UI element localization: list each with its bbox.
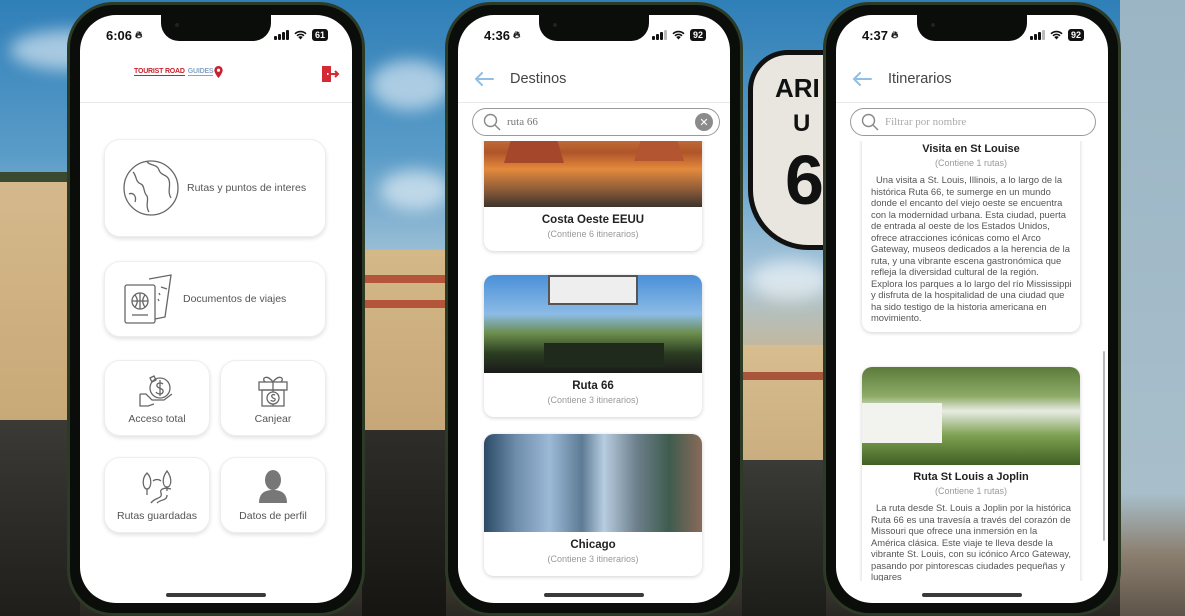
route-66-sign: ARI U 6 <box>748 50 828 250</box>
menu-documentos[interactable]: Documentos de viajes <box>104 261 326 337</box>
itinerary-card[interactable]: Visita en St Louise (Contiene 1 rutas) U… <box>862 141 1080 332</box>
destination-image <box>484 275 702 373</box>
home-indicator[interactable] <box>922 593 1022 597</box>
menu-label: Rutas y puntos de interes <box>187 182 307 194</box>
destinos-screen: 4:36🔥︎ 92 Destinos ✕ Costa Oeste EEUU (C… <box>458 15 730 603</box>
menu-label: Canjear <box>254 412 292 425</box>
search-icon <box>861 113 879 131</box>
destination-name: Ruta 66 <box>572 380 614 392</box>
page-title: Itinerarios <box>888 70 952 87</box>
app-header: TOURIST ROAD GUIDES <box>80 55 352 103</box>
menu-rutas-guardadas[interactable]: Rutas guardadas <box>104 457 210 533</box>
back-arrow-icon[interactable] <box>474 71 494 86</box>
gift-coin-icon <box>258 376 288 407</box>
menu-label: Datos de perfil <box>239 509 307 522</box>
battery-icon: 61 <box>311 29 328 41</box>
menu-datos-perfil[interactable]: Datos de perfil <box>220 457 326 533</box>
menu-canjear[interactable]: Canjear <box>220 360 326 436</box>
signal-icon <box>1029 30 1045 40</box>
page-title: Destinos <box>510 70 567 87</box>
scrollbar[interactable] <box>1103 351 1105 541</box>
destination-image <box>484 434 702 532</box>
filter-bar <box>850 108 1096 136</box>
clear-search-button[interactable]: ✕ <box>695 113 713 131</box>
destination-count: (Contiene 3 itinerarios) <box>547 554 639 564</box>
destination-count: (Contiene 3 itinerarios) <box>547 395 639 405</box>
menu-acceso-total[interactable]: Acceso total <box>104 360 210 436</box>
phone-destinos: 4:36🔥︎ 92 Destinos ✕ Costa Oeste EEUU (C… <box>445 2 743 616</box>
hand-money-icon <box>139 374 173 407</box>
trees-road-icon <box>142 469 172 503</box>
wifi-icon <box>672 30 685 40</box>
status-time: 4:37 <box>862 27 889 43</box>
destination-image <box>484 141 702 207</box>
logo-text-secondary: GUIDES <box>187 68 214 76</box>
menu-rutas-puntos[interactable]: Rutas y puntos de interes <box>104 139 326 237</box>
itinerary-count: (Contiene 1 rutas) <box>934 158 1008 168</box>
search-icon <box>483 113 501 131</box>
home-screen: 6:06 🔥︎ 61 TOURIST ROAD GUIDES Rutas y pu… <box>80 15 352 603</box>
menu-label: Documentos de viajes <box>183 293 287 305</box>
nav-header: Destinos <box>458 55 730 103</box>
destination-name: Chicago <box>570 539 616 551</box>
logo-text-primary: TOURIST ROAD <box>134 68 185 76</box>
itinerary-card[interactable]: Ruta St Louis a Joplin (Contiene 1 rutas… <box>862 367 1080 581</box>
destination-card[interactable]: Ruta 66 (Contiene 3 itinerarios) <box>484 275 702 417</box>
destination-card[interactable]: Costa Oeste EEUU (Contiene 6 itinerarios… <box>484 141 702 251</box>
signal-icon <box>273 30 289 40</box>
search-input[interactable] <box>507 116 689 128</box>
globe-icon <box>123 160 179 216</box>
menu-label: Acceso total <box>128 412 186 425</box>
flame-icon: 🔥︎ <box>891 29 899 41</box>
destination-card[interactable]: Chicago (Contiene 3 itinerarios) <box>484 434 702 576</box>
itinerary-description: Una visita a St. Louis, Illinois, a lo l… <box>871 174 1072 323</box>
phone-home: 6:06 🔥︎ 61 TOURIST ROAD GUIDES Rutas y pu… <box>67 2 365 616</box>
nav-header: Itinerarios <box>836 55 1108 103</box>
search-bar: ✕ <box>472 108 720 136</box>
itinerarios-screen: 4:37🔥︎ 92 Itinerarios Visita en St Louis… <box>836 15 1108 603</box>
signal-icon <box>651 30 667 40</box>
destinations-list[interactable]: Costa Oeste EEUU (Contiene 6 itinerarios… <box>458 141 730 581</box>
status-time: 4:36 <box>484 27 511 43</box>
app-logo: TOURIST ROAD GUIDES <box>134 66 224 78</box>
map-pin-icon <box>214 66 224 78</box>
filter-input[interactable] <box>885 116 1089 128</box>
wifi-icon <box>294 30 307 40</box>
itinerary-count: (Contiene 1 rutas) <box>934 486 1008 496</box>
itinerary-name: Ruta St Louis a Joplin <box>913 471 1029 483</box>
itinerary-name: Visita en St Louise <box>922 143 1020 155</box>
back-arrow-icon[interactable] <box>852 71 872 86</box>
destination-name: Costa Oeste EEUU <box>541 214 645 226</box>
passport-ticket-icon <box>124 274 172 324</box>
flame-icon: 🔥︎ <box>135 29 143 41</box>
itineraries-list[interactable]: Visita en St Louise (Contiene 1 rutas) U… <box>836 141 1108 581</box>
user-icon <box>259 469 287 503</box>
flame-icon: 🔥︎ <box>513 29 521 41</box>
itinerary-image <box>862 367 1080 465</box>
home-indicator[interactable] <box>544 593 644 597</box>
wifi-icon <box>1050 30 1063 40</box>
battery-icon: 92 <box>1067 29 1084 41</box>
battery-icon: 92 <box>689 29 706 41</box>
menu-label: Rutas guardadas <box>117 509 197 522</box>
status-time: 6:06 <box>106 27 133 43</box>
destination-count: (Contiene 6 itinerarios) <box>547 229 639 239</box>
logout-icon[interactable] <box>320 64 340 84</box>
phone-itinerarios: 4:37🔥︎ 92 Itinerarios Visita en St Louis… <box>823 2 1121 616</box>
itinerary-description: La ruta desde St. Louis a Joplin por la … <box>871 502 1071 581</box>
home-indicator[interactable] <box>166 593 266 597</box>
